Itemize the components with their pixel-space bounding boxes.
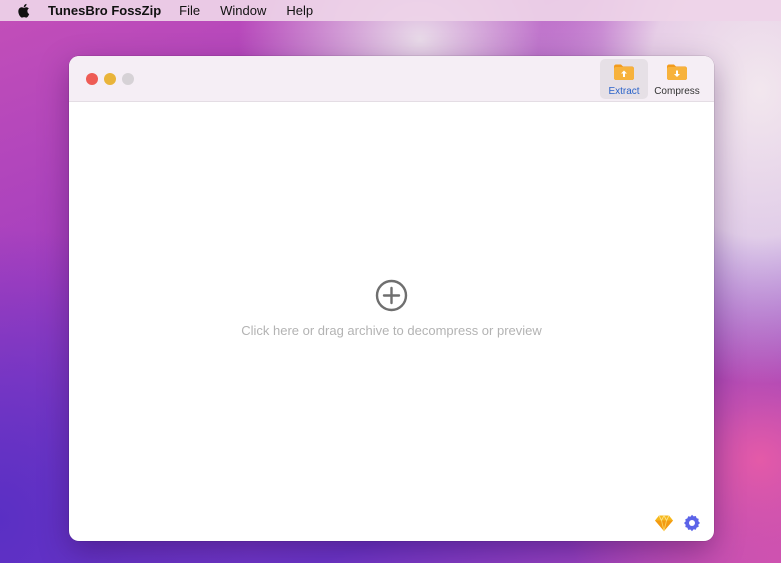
app-window: Extract Compress Click here or drag arch… xyxy=(69,56,714,541)
minimize-window-button[interactable] xyxy=(104,73,116,85)
desktop: TunesBro FossZip File Window Help Extrac… xyxy=(0,0,781,563)
maximize-window-button[interactable] xyxy=(122,73,134,85)
extract-tab-button[interactable]: Extract xyxy=(600,59,648,99)
compress-tab-button[interactable]: Compress xyxy=(652,59,702,99)
plus-circle-icon[interactable] xyxy=(375,279,408,312)
extract-label: Extract xyxy=(608,86,640,97)
menu-bar: TunesBro FossZip File Window Help xyxy=(0,0,781,21)
diamond-icon[interactable] xyxy=(654,514,674,532)
menu-help[interactable]: Help xyxy=(286,3,313,18)
menu-file[interactable]: File xyxy=(179,3,200,18)
gear-icon[interactable] xyxy=(683,514,703,532)
folder-download-icon xyxy=(666,63,688,84)
menu-window[interactable]: Window xyxy=(220,3,266,18)
compress-label: Compress xyxy=(654,86,700,97)
window-titlebar: Extract Compress xyxy=(69,56,714,102)
archive-drop-zone[interactable]: Click here or drag archive to decompress… xyxy=(69,102,714,541)
apple-logo-icon[interactable] xyxy=(16,3,30,18)
close-window-button[interactable] xyxy=(86,73,98,85)
folder-upload-icon xyxy=(613,63,635,84)
menu-app-name[interactable]: TunesBro FossZip xyxy=(48,3,161,18)
drop-hint-text: Click here or drag archive to decompress… xyxy=(241,323,542,338)
